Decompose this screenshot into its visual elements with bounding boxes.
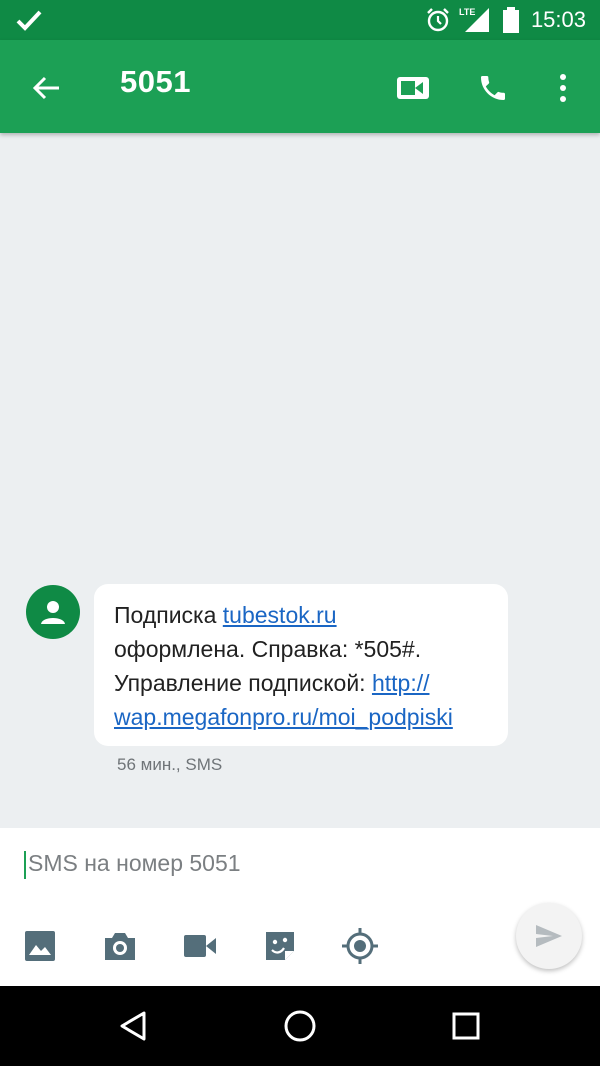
battery-icon	[502, 7, 519, 33]
send-icon	[536, 925, 562, 947]
lte-signal-icon: LTE	[459, 7, 489, 32]
camera-icon	[105, 933, 135, 960]
sticker-icon	[266, 932, 294, 960]
nav-back-button[interactable]	[111, 1004, 155, 1048]
gallery-icon	[25, 931, 55, 961]
attach-camera-button[interactable]	[98, 924, 142, 968]
send-button[interactable]	[516, 903, 582, 969]
nav-home-button[interactable]	[278, 1004, 322, 1048]
message-input-placeholder: SMS на номер 5051	[28, 850, 241, 876]
message-line-3: Управление подпиской: http://	[114, 666, 492, 700]
message-text: Подписка	[114, 602, 223, 628]
recents-square-icon	[452, 1012, 480, 1040]
video-call-icon	[397, 77, 429, 99]
message-link-megafon[interactable]: wap.megafonpro.ru/moi_podpiski	[114, 704, 453, 730]
home-circle-icon	[284, 1010, 316, 1042]
status-time: 15:03	[530, 7, 586, 32]
person-icon	[41, 601, 65, 624]
attach-location-button[interactable]	[338, 924, 382, 968]
lte-label: LTE	[459, 7, 475, 17]
status-bar: LTE 15:03	[0, 0, 600, 40]
phone-call-button[interactable]	[471, 66, 515, 110]
back-arrow-icon	[32, 76, 59, 100]
message-bubble[interactable]: Подписка tubestok.ru оформлена. Справка:…	[94, 584, 508, 746]
check-icon	[16, 10, 42, 31]
more-options-button[interactable]	[541, 66, 585, 110]
attach-video-button[interactable]	[178, 924, 222, 968]
text-caret	[24, 850, 26, 879]
more-vert-icon	[560, 74, 566, 102]
app-bar: 5051	[0, 40, 600, 133]
system-nav-bar	[0, 986, 600, 1066]
message-line-4: wap.megafonpro.ru/moi_podpiski	[114, 700, 492, 734]
message-timestamp: 56 мин., SMS	[117, 755, 223, 774]
nav-recents-button[interactable]	[444, 1004, 488, 1048]
composer: SMS на номер 5051	[0, 828, 600, 986]
phone-icon	[481, 76, 505, 100]
message-line-1: Подписка tubestok.ru	[114, 598, 492, 632]
message-text: Управление подпиской:	[114, 670, 372, 696]
back-button[interactable]	[26, 68, 66, 108]
video-icon	[184, 935, 216, 957]
location-icon	[342, 928, 378, 964]
message-thread[interactable]: Подписка tubestok.ru оформлена. Справка:…	[0, 133, 600, 828]
message-link-http[interactable]: http://	[372, 670, 430, 696]
video-call-button[interactable]	[391, 66, 435, 110]
conversation-title: 5051	[120, 64, 191, 99]
attach-sticker-button[interactable]	[258, 924, 302, 968]
alarm-icon	[427, 8, 449, 32]
avatar[interactable]	[26, 585, 80, 639]
message-link-tubestok[interactable]: tubestok.ru	[223, 602, 337, 628]
back-triangle-icon	[120, 1011, 146, 1041]
attach-gallery-button[interactable]	[18, 924, 62, 968]
message-input[interactable]: SMS на номер 5051	[24, 850, 241, 879]
message-line-2: оформлена. Справка: *505#.	[114, 636, 422, 662]
